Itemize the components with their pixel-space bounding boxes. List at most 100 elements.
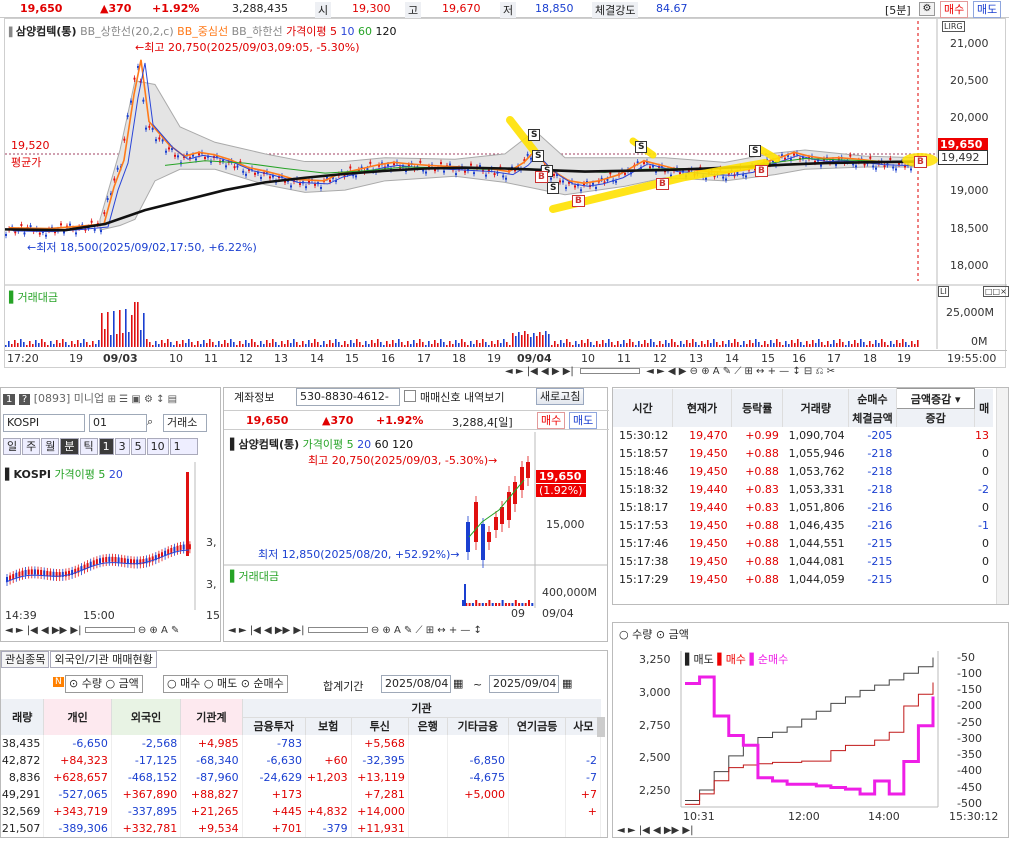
- volume-bar: [665, 340, 667, 347]
- mini-candle-body: [123, 558, 126, 564]
- trade-cell: 19,450: [689, 465, 728, 478]
- volume-bar: [110, 335, 112, 347]
- account-sell-button[interactable]: 매도: [569, 412, 598, 429]
- flow-toolbar[interactable]: ◄ ► |◀ ◀ ▶▶ ▶|: [617, 825, 693, 841]
- chart-mode-badge[interactable]: LIRG: [942, 21, 965, 32]
- interval-label[interactable]: [5분]: [885, 2, 911, 18]
- flow-right-tick: -100: [957, 666, 982, 680]
- account-toolbar[interactable]: ◄ ► |◀ ◀ ▶▶ ▶| ⊖ ⊕ A ✎ ⟋ ⊞ ↔ + — ↕: [228, 625, 482, 641]
- current-price: 19,650: [20, 2, 63, 15]
- volume-bar: [917, 340, 919, 347]
- sell-signal-marker[interactable]: S: [635, 141, 648, 153]
- tab-month[interactable]: 월: [41, 438, 60, 455]
- help-icon[interactable]: ?: [18, 394, 31, 405]
- market-select[interactable]: 거래소: [163, 414, 207, 432]
- buy-signal-marker[interactable]: B: [572, 195, 585, 207]
- volume-bar: [74, 344, 76, 347]
- interval-1[interactable]: 1: [98, 438, 114, 455]
- chart-tools[interactable]: ◄ ► ◀ ▶ ⊖ ⊕ A ✎ ⟋ ⊞ ↔ + — ↕ ⊟ ⎌ ✂: [646, 366, 835, 377]
- interval-10[interactable]: 10: [146, 438, 169, 455]
- volume-bar: [497, 340, 499, 347]
- index-input[interactable]: KOSPI: [3, 414, 85, 432]
- volume-pane-controls[interactable]: □□×: [983, 286, 1009, 297]
- candle-body: [299, 183, 301, 185]
- volume-bar: [11, 344, 13, 347]
- tab-watchlist[interactable]: 관심종목: [1, 651, 50, 668]
- date-from-input[interactable]: 2025/08/04: [381, 675, 451, 693]
- unit-radio-group[interactable]: ⊙ 수량 ○ 금액: [65, 675, 143, 693]
- flow-radio-group[interactable]: ○ 수량 ⊙ 금액: [619, 626, 689, 642]
- buy-signal-marker[interactable]: B: [535, 171, 548, 183]
- account-select[interactable]: 530-8830-4612-: [296, 388, 400, 406]
- zoom-slider[interactable]: [579, 368, 640, 374]
- sell-signal-marker[interactable]: S: [547, 182, 560, 194]
- tab-foreign-institution[interactable]: 외국인/기관 매매현황: [50, 651, 157, 668]
- x-tick: 17: [827, 352, 841, 365]
- main-chart-toolbar[interactable]: ◄ ► |◀ ◀ ▶ ▶| ◄ ► ◀ ▶ ⊖ ⊕ A ✎ ⟋ ⊞ ↔ + — …: [505, 366, 835, 382]
- col-insurance: 보험: [305, 717, 352, 735]
- volume-bar: [356, 339, 358, 347]
- amount-select[interactable]: 금액증감 ▾: [895, 388, 976, 409]
- daily-volume-bar: [471, 603, 474, 606]
- y-tick: 20,000: [950, 111, 989, 124]
- mini-toolbar[interactable]: ◄ ► |◀ ◀ ▶▶ ▶| ⊖ ⊕ A ✎: [5, 625, 179, 641]
- volume-bar: [143, 313, 145, 347]
- signal-checkbox[interactable]: [404, 390, 416, 402]
- radio-amount[interactable]: 금액: [119, 677, 139, 690]
- sell-signal-marker[interactable]: S: [528, 129, 541, 141]
- candle-body: [290, 185, 292, 188]
- index-code-input[interactable]: 01: [89, 414, 147, 432]
- date-to-input[interactable]: 2025/09/04: [489, 675, 559, 693]
- tab-day[interactable]: 일: [3, 438, 22, 455]
- trade-scrollbar[interactable]: [996, 388, 1008, 604]
- radio-quantity[interactable]: 수량: [82, 677, 102, 690]
- sell-signal-marker[interactable]: S: [749, 145, 762, 157]
- candle-body: [142, 99, 145, 102]
- volume-bar: [668, 343, 670, 347]
- volume-bar: [731, 343, 733, 347]
- flow-chart[interactable]: [613, 647, 1009, 837]
- investor-cell: [508, 803, 567, 820]
- buy-signal-marker[interactable]: B: [656, 178, 669, 190]
- sell-button[interactable]: 매도: [973, 1, 1002, 18]
- mini-y-tick: 3,: [206, 578, 217, 591]
- radio-sell[interactable]: 매도: [217, 677, 237, 690]
- volume-bar: [626, 343, 628, 347]
- period-tabs[interactable]: 일 주 월 분 틱 1 3 5 10 1: [3, 438, 199, 455]
- trade-cell: 0: [982, 573, 989, 586]
- tab-tick[interactable]: 틱: [79, 438, 98, 455]
- interval-5[interactable]: 5: [130, 438, 146, 455]
- col-other-finance: 기타금융: [447, 717, 509, 735]
- flow-left-tick: 3,250: [639, 653, 671, 667]
- calendar-icon[interactable]: ▦: [453, 677, 463, 690]
- mini-index-chart[interactable]: [2, 462, 220, 610]
- volume-bar: [149, 342, 151, 347]
- interval-dropdown[interactable]: 1: [169, 438, 198, 455]
- interval-3[interactable]: 3: [114, 438, 130, 455]
- account-buy-button[interactable]: 매수: [537, 412, 566, 429]
- tab-week[interactable]: 주: [22, 438, 41, 455]
- radio-buy[interactable]: 매수: [180, 677, 200, 690]
- search-icon[interactable]: ⌕: [147, 415, 153, 429]
- calendar-icon[interactable]: ▦: [562, 677, 572, 690]
- volume-bar: [881, 339, 883, 347]
- volume-mode-badge[interactable]: LI: [938, 286, 949, 297]
- radio-amt[interactable]: ⊙ 금액: [656, 628, 689, 641]
- side-radio-group[interactable]: ○ 매수 ○ 매도 ⊙ 순매수: [163, 675, 288, 693]
- refresh-button[interactable]: 새로고침: [536, 388, 585, 405]
- radio-qty[interactable]: ○ 수량: [619, 628, 652, 641]
- mini-toolbar-icons[interactable]: ⊞ ☰ ▣ ⚙ ↕ ▤: [108, 394, 177, 405]
- buy-button[interactable]: 매수: [940, 1, 969, 18]
- scroll-arrows[interactable]: ◄ ► |◀ ◀ ▶ ▶|: [505, 366, 574, 377]
- settings-icon[interactable]: ⚙: [919, 2, 935, 16]
- investor-scrollbar[interactable]: [597, 717, 605, 737]
- radio-netbuy[interactable]: 순매수: [253, 677, 283, 690]
- buy-signal-marker[interactable]: B: [755, 165, 768, 177]
- tab-minute[interactable]: 분: [60, 438, 79, 455]
- volume-bar: [464, 342, 466, 347]
- main-price-chart[interactable]: [5, 19, 1007, 369]
- investor-tabs[interactable]: 관심종목 외국인/기관 매매현황: [1, 651, 158, 671]
- mini-candle-body: [27, 569, 30, 575]
- buy-signal-marker[interactable]: B: [914, 156, 927, 168]
- sell-signal-marker[interactable]: S: [532, 150, 545, 162]
